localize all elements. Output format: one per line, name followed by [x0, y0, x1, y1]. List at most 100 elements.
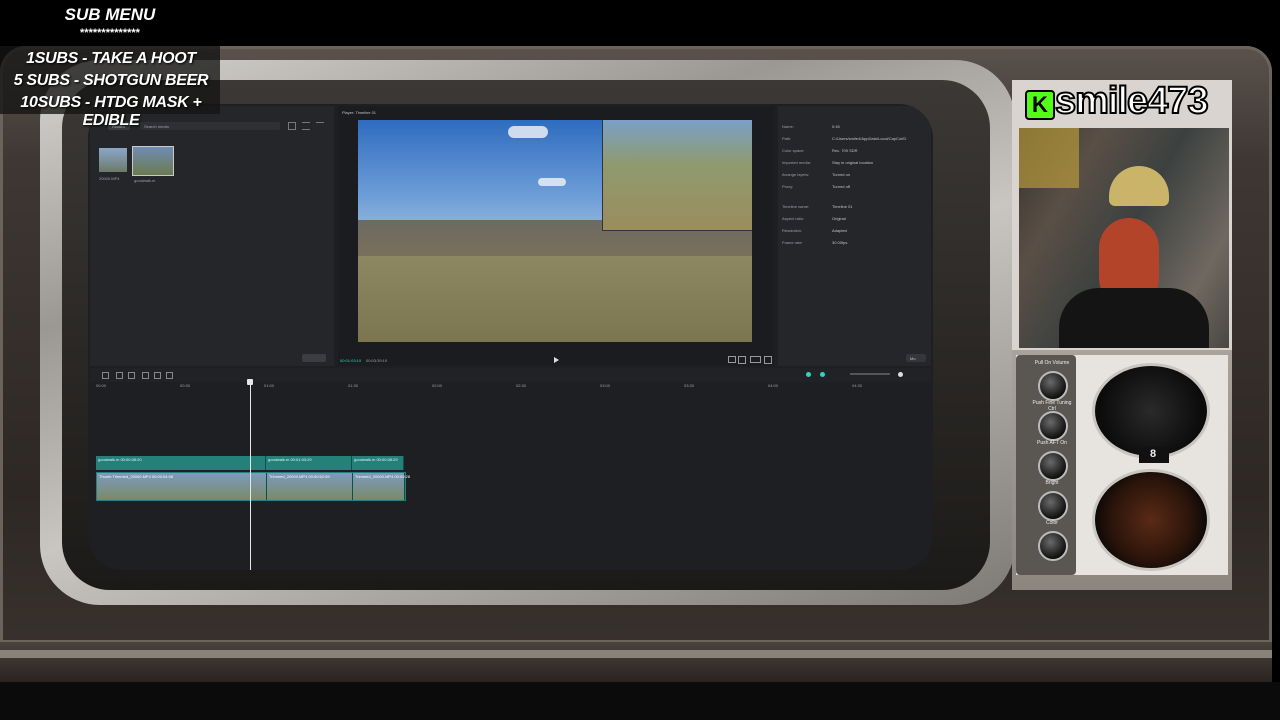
kick-logo-icon: K	[1025, 90, 1055, 120]
clip-label: goodwalk.m 00:00:08:29	[354, 457, 398, 462]
tv-base-trim	[0, 650, 1272, 658]
sort-icon[interactable]	[302, 122, 310, 130]
preview-cloud	[538, 178, 566, 186]
crop-icon[interactable]	[738, 356, 746, 364]
timeline-ruler: 00:00 00:30 01:00 01:30 02:00 02:30 03:00 03:30…	[90, 382, 931, 390]
knob-label: Pull On Volume	[1034, 360, 1070, 366]
preview-cloud	[508, 126, 548, 138]
undo-icon[interactable]	[116, 372, 123, 379]
person-cap	[1109, 166, 1169, 206]
detail-label: Name:	[782, 124, 794, 129]
detail-value: Rec. 709 SDR	[832, 148, 858, 153]
ruler-tick-label: 03:00	[600, 383, 611, 388]
dial-number: 8	[1150, 448, 1157, 460]
select-tool-icon[interactable]	[102, 372, 109, 379]
bottom-bar	[0, 682, 1280, 720]
detail-label: Color space:	[782, 148, 805, 153]
detail-value: Original	[832, 216, 846, 221]
media-panel: Record Search media 20000.MP4 goodwalk.m	[90, 106, 334, 366]
ai-button[interactable]	[302, 354, 326, 362]
delete-icon[interactable]	[154, 372, 161, 379]
channel-name: smile473	[1054, 79, 1210, 123]
redo-icon[interactable]	[128, 372, 135, 379]
video-preview[interactable]	[358, 120, 752, 342]
timeline-toolbar	[90, 368, 931, 382]
player-title: Player: Timeline 01	[342, 110, 377, 115]
dial-indicator: 8	[1139, 447, 1169, 463]
kick-logo-letter: K	[1032, 92, 1048, 117]
aft-knob[interactable]	[1038, 451, 1068, 481]
volume-knob[interactable]	[1038, 371, 1068, 401]
clip-label: Thumb Trimmed_20000.MP4 00:00:04:08	[99, 474, 174, 479]
timeline-clip[interactable]: goodwalk.m 00:01:03:29	[266, 456, 352, 470]
detail-label: Frame rate:	[782, 240, 803, 245]
timeline-clip[interactable]: goodwalk.m 00:00:08:29	[352, 456, 404, 470]
modify-button-label: Mo	[910, 356, 916, 361]
editor-screen: Record Search media 20000.MP4 goodwalk.m…	[88, 104, 933, 570]
clip-label: goodwalk.m 00:00:08:20	[98, 457, 142, 462]
ruler-tick-label: 02:00	[432, 383, 443, 388]
media-thumbnail-label: goodwalk.m	[134, 178, 156, 183]
view-toggle-icon[interactable]	[288, 122, 296, 130]
detail-value: Turned off	[832, 184, 851, 189]
media-thumbnail[interactable]	[99, 148, 127, 172]
clip-label: Trimmed_20000.MP4 00:00:52:09	[269, 474, 330, 479]
color-knob[interactable]	[1038, 531, 1068, 561]
detail-label: Imported media:	[782, 160, 811, 165]
media-thumbnail[interactable]	[132, 146, 174, 176]
detail-value: Timeline 01	[832, 204, 853, 209]
filter-icon[interactable]	[316, 122, 324, 129]
playhead-handle-icon[interactable]	[247, 379, 253, 385]
player-panel: Player: Timeline 01 00:01:03:19 00:03:39…	[338, 106, 774, 366]
channel-dial[interactable]	[1092, 363, 1210, 459]
ruler-tick-label: 01:30	[348, 383, 359, 388]
ratio-icon[interactable]	[750, 356, 761, 363]
fine-tuning-knob[interactable]	[1038, 411, 1068, 441]
fullscreen-icon[interactable]	[764, 356, 772, 364]
sub-menu-item: 5 SUBS - SHOTGUN BEER	[13, 72, 209, 89]
detail-value: 0:45	[832, 124, 840, 129]
knob-label: Color	[1046, 520, 1058, 526]
person-shirt	[1059, 288, 1209, 348]
timeline-clip[interactable]: goodwalk.m 00:00:08:20	[96, 456, 266, 470]
sub-menu-divider: **************	[80, 27, 140, 39]
detail-label: Aspect ratio:	[782, 216, 805, 221]
play-icon[interactable]	[554, 357, 559, 363]
timeline-clip[interactable]: Trimmed_20000.MP4 00:00:52:09	[267, 473, 353, 500]
uhf-dial[interactable]	[1092, 469, 1210, 571]
details-panel: Name: 0:45 Path: C:/Users/smile4/AppData/Lo…	[778, 106, 931, 366]
tv-control-face: Pull On Volume Push Fine Tuning Ctrl Pus…	[1016, 355, 1228, 575]
knob-label: Push AFT On	[1037, 440, 1067, 446]
clip-label: Trimmed_20000.MP4 00:00:28	[355, 474, 410, 479]
ruler-tick-label: 00:30	[180, 383, 191, 388]
aspect-icon[interactable]	[728, 356, 736, 363]
ruler-tick-label: 04:30	[852, 383, 863, 388]
modify-button[interactable]: Mo	[906, 354, 926, 362]
clip-label: goodwalk.m 00:01:03:29	[268, 457, 312, 462]
link-toggle-icon[interactable]	[820, 372, 825, 377]
snap-toggle-icon[interactable]	[806, 372, 811, 377]
zoom-handle-icon[interactable]	[898, 372, 903, 377]
timeline-clip[interactable]: Thumb Trimmed_20000.MP4 00:00:04:08	[97, 473, 267, 500]
crop-tool-icon[interactable]	[166, 372, 173, 379]
video-track-main: Thumb Trimmed_20000.MP4 00:00:04:08 Trimm…	[96, 472, 410, 501]
tv-base	[0, 640, 1272, 682]
ruler-tick-label: 04:00	[768, 383, 779, 388]
sub-menu-item: 1SUBS - TAKE A HOOT	[26, 50, 196, 67]
timeline-clip[interactable]: Trimmed_20000.MP4 00:00:28	[353, 473, 410, 500]
ruler-tick-label: 00:00	[96, 383, 107, 388]
zoom-slider[interactable]	[850, 373, 890, 375]
media-thumbnail-label: 20000.MP4	[99, 176, 120, 181]
knob-label: Bright	[1045, 480, 1059, 486]
sub-menu-item: 10SUBS - HTDG MASK + EDIBLE	[20, 94, 202, 129]
playhead[interactable]	[250, 380, 251, 570]
ruler-tick-label: 03:30	[684, 383, 695, 388]
ruler-tick-label: 02:30	[516, 383, 527, 388]
split-icon[interactable]	[142, 372, 149, 379]
detail-label: Timeline name:	[782, 204, 810, 209]
detail-value: Adapted	[832, 228, 847, 233]
time-current: 00:01:03:19	[340, 358, 362, 363]
bright-knob[interactable]	[1038, 491, 1068, 521]
pip-overlay	[602, 120, 752, 231]
ruler-tick-label: 01:00	[264, 383, 275, 388]
